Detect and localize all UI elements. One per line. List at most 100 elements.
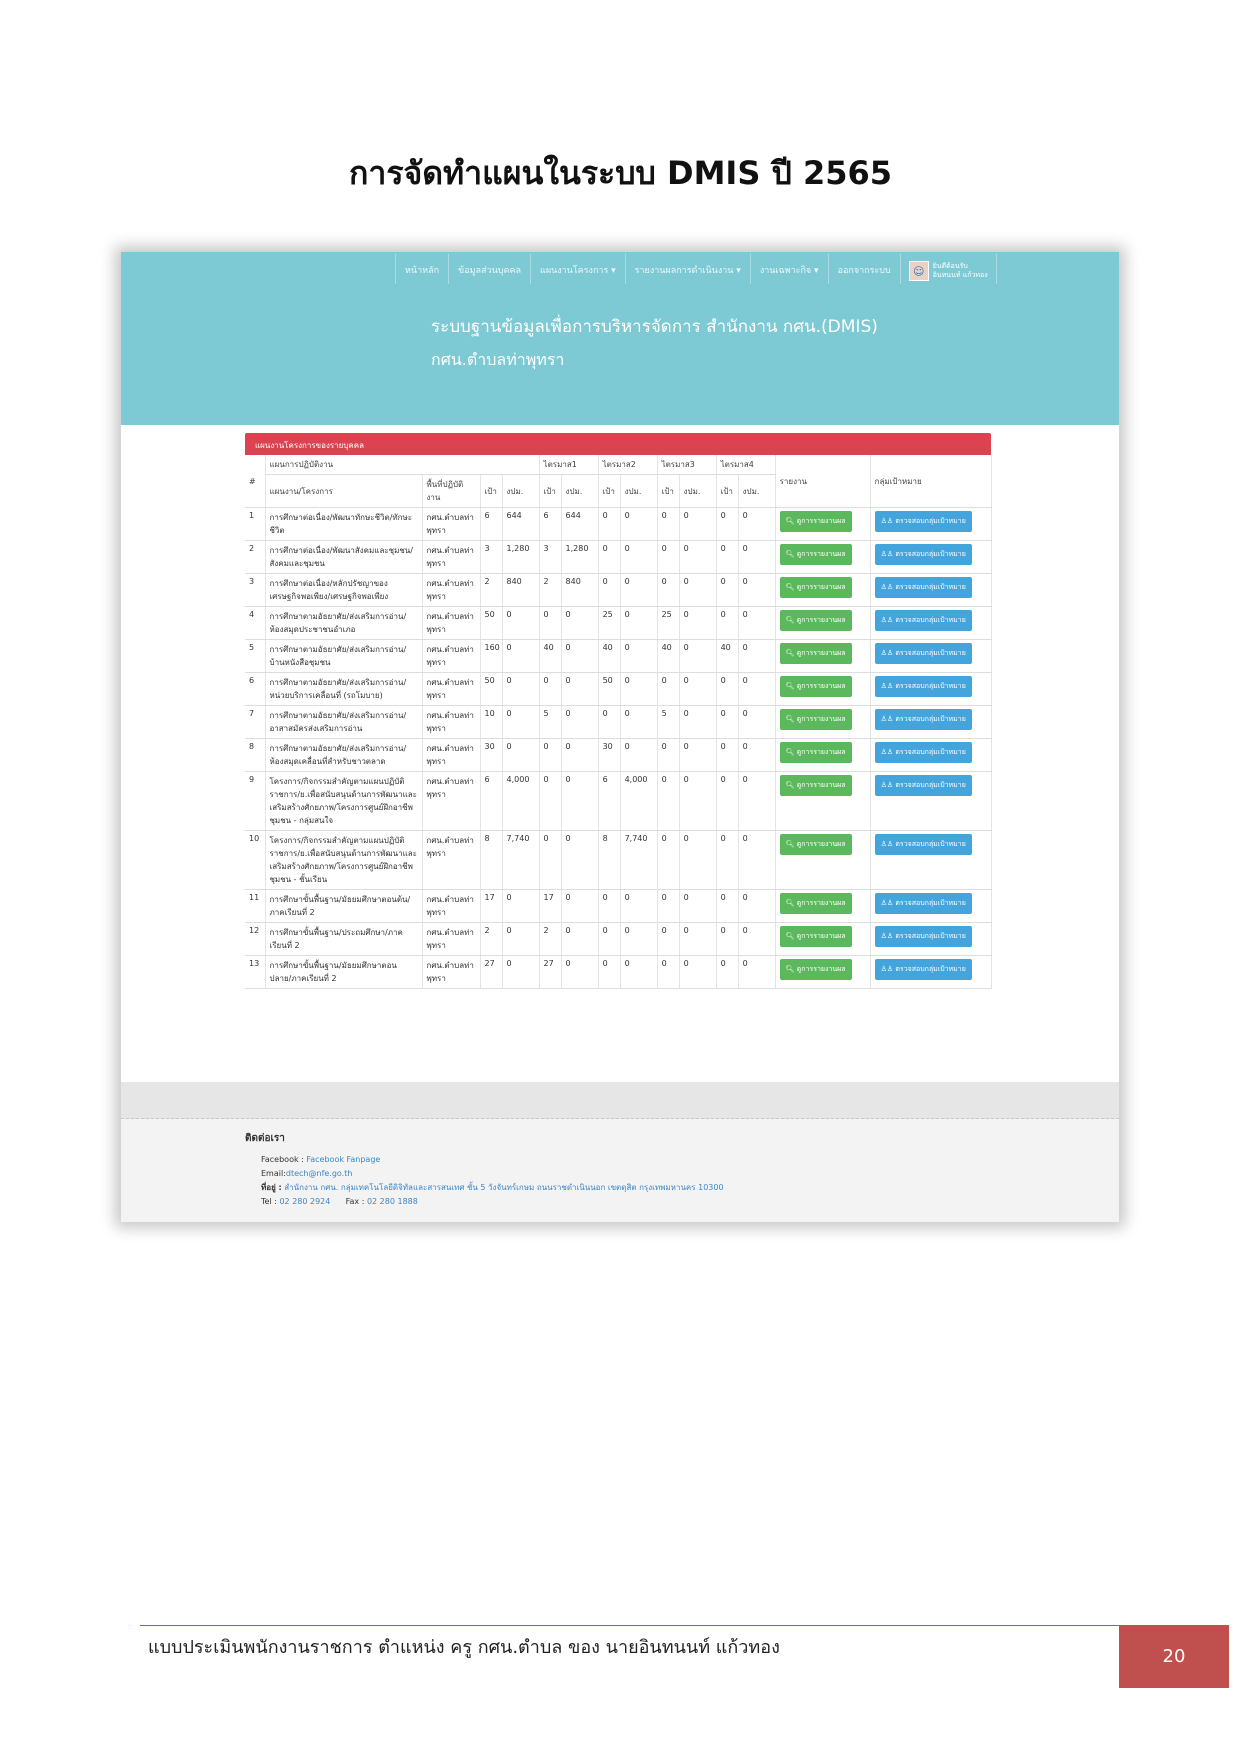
nav-personal-info[interactable]: ข้อมูลส่วนบุคคล xyxy=(448,254,530,284)
report-button-label: ดูการรายงานผล xyxy=(796,748,846,756)
target-group-button[interactable]: ♙♙ ตรวจสอบกลุ่มเป้าหมาย xyxy=(874,709,972,730)
cell-q1b: 0 xyxy=(561,639,599,673)
cell-q3b: 0 xyxy=(679,830,717,890)
target-group-button[interactable]: ♙♙ ตรวจสอบกลุ่มเป้าหมาย xyxy=(874,511,972,532)
nav-home[interactable]: หน้าหลัก xyxy=(395,254,448,284)
cell-q2b: 7,740 xyxy=(620,830,658,890)
report-button-label: ดูการรายงานผล xyxy=(796,649,846,657)
search-icon: 🔍︎ xyxy=(785,583,797,591)
nav-projects[interactable]: แผนงานโครงการ ▾ xyxy=(530,254,625,284)
cell-project: โครงการ/กิจกรรมสำคัญตามแผนปฏิบัติราชการ/… xyxy=(265,830,423,890)
cell-q4t: 0 xyxy=(716,705,739,739)
cell-n: 11 xyxy=(245,889,266,923)
address-text: สำนักงาน กศน. กลุ่มเทคโนโลยีดิจิทัลและสา… xyxy=(284,1183,724,1192)
nav-user-menu[interactable]: ☺ ยินดีต้อนรับ อินทนนท์ แก้วทอง xyxy=(899,254,997,284)
col-area: พื้นที่ปฏิบัติงาน xyxy=(422,474,481,508)
search-icon: 🔍︎ xyxy=(785,517,797,525)
cell-b: 7,740 xyxy=(502,830,540,890)
cell-project: การศึกษาต่อเนื่อง/พัฒนาสังคมและชุมชน/สัง… xyxy=(265,540,423,574)
email-label: Email: xyxy=(261,1169,286,1178)
target-group-button[interactable]: ♙♙ ตรวจสอบกลุ่มเป้าหมาย xyxy=(874,544,972,565)
cell-q4t: 0 xyxy=(716,738,739,772)
cell-q3t: 0 xyxy=(657,889,680,923)
col-q2: ไตรมาส2 xyxy=(598,455,658,475)
cell-q4t: 40 xyxy=(716,639,739,673)
cell-q1b: 0 xyxy=(561,889,599,923)
cell-q2b: 0 xyxy=(620,573,658,607)
nav-reports[interactable]: รายงานผลการดำเนินงาน ▾ xyxy=(624,254,750,284)
report-button[interactable]: 🔍︎ ดูการรายงานผล xyxy=(779,775,852,796)
report-button[interactable]: 🔍︎ ดูการรายงานผล xyxy=(779,709,852,730)
cell-project: การศึกษาตามอัธยาศัย/ส่งเสริมการอ่าน/อาสา… xyxy=(265,705,423,739)
report-button[interactable]: 🔍︎ ดูการรายงานผล xyxy=(779,610,852,631)
cell-project: การศึกษาตามอัธยาศัย/ส่งเสริมการอ่าน/ห้อง… xyxy=(265,606,423,640)
table-row: 1 การศึกษาต่อเนื่อง/พัฒนาทักษะชีวิต/ทักษะ… xyxy=(245,507,992,541)
report-button-label: ดูการรายงานผล xyxy=(796,616,846,624)
cell-q4b: 0 xyxy=(738,771,776,831)
users-icon: ♙♙ xyxy=(880,715,896,723)
cell-area: กศน.ตำบลท่าพุทรา xyxy=(422,830,481,890)
cell-q1b: 840 xyxy=(561,573,599,607)
report-button[interactable]: 🔍︎ ดูการรายงานผล xyxy=(779,959,852,980)
cell-t: 8 xyxy=(480,830,503,890)
report-button[interactable]: 🔍︎ ดูการรายงานผล xyxy=(779,926,852,947)
report-button[interactable]: 🔍︎ ดูการรายงานผล xyxy=(779,834,852,855)
cell-n: 9 xyxy=(245,771,266,831)
target-group-button[interactable]: ♙♙ ตรวจสอบกลุ่มเป้าหมาย xyxy=(874,893,972,914)
tel-number[interactable]: 02 280 2924 xyxy=(279,1197,330,1206)
system-title: ระบบฐานข้อมูลเพื่อการบริหารจัดการ สำนักง… xyxy=(431,317,878,337)
plan-table-body: 1 การศึกษาต่อเนื่อง/พัฒนาทักษะชีวิต/ทักษะ… xyxy=(245,507,992,989)
col-q1-budget: งปม. xyxy=(561,474,599,508)
target-group-button[interactable]: ♙♙ ตรวจสอบกลุ่มเป้าหมาย xyxy=(874,834,972,855)
cell-t: 50 xyxy=(480,606,503,640)
cell-q2t: 0 xyxy=(598,889,621,923)
col-q4-budget: งปม. xyxy=(738,474,776,508)
report-button-label: ดูการรายงานผล xyxy=(796,517,846,525)
cell-n: 10 xyxy=(245,830,266,890)
cell-t: 160 xyxy=(480,639,503,673)
cell-q3b: 0 xyxy=(679,738,717,772)
report-button[interactable]: 🔍︎ ดูการรายงานผล xyxy=(779,893,852,914)
nav-logout[interactable]: ออกจากระบบ xyxy=(827,254,900,284)
cell-q4t: 0 xyxy=(716,606,739,640)
report-button[interactable]: 🔍︎ ดูการรายงานผล xyxy=(779,511,852,532)
target-group-button[interactable]: ♙♙ ตรวจสอบกลุ่มเป้าหมาย xyxy=(874,742,972,763)
target-group-button[interactable]: ♙♙ ตรวจสอบกลุ่มเป้าหมาย xyxy=(874,775,972,796)
cell-q2t: 25 xyxy=(598,606,621,640)
target-group-button[interactable]: ♙♙ ตรวจสอบกลุ่มเป้าหมาย xyxy=(874,643,972,664)
table-row: 2 การศึกษาต่อเนื่อง/พัฒนาสังคมและชุมชน/สั… xyxy=(245,540,992,574)
cell-n: 13 xyxy=(245,955,266,989)
facebook-link[interactable]: Facebook Fanpage xyxy=(306,1155,380,1164)
cell-n: 7 xyxy=(245,705,266,739)
cell-q2t: 50 xyxy=(598,672,621,706)
cell-q1t: 5 xyxy=(539,705,562,739)
col-q3-target: เป้า xyxy=(657,474,680,508)
user-name: อินทนนท์ แก้วทอง xyxy=(932,271,988,279)
cell-q3t: 0 xyxy=(657,672,680,706)
table-row: 13 การศึกษาขั้นพื้นฐาน/มัธยมศึกษาตอนปลาย/… xyxy=(245,955,992,989)
cell-q1b: 0 xyxy=(561,830,599,890)
cell-area: กศน.ตำบลท่าพุทรา xyxy=(422,507,481,541)
target-group-button[interactable]: ♙♙ ตรวจสอบกลุ่มเป้าหมาย xyxy=(874,926,972,947)
cell-area: กศน.ตำบลท่าพุทรา xyxy=(422,672,481,706)
target-group-button-label: ตรวจสอบกลุ่มเป้าหมาย xyxy=(895,517,966,525)
report-button[interactable]: 🔍︎ ดูการรายงานผล xyxy=(779,577,852,598)
report-button[interactable]: 🔍︎ ดูการรายงานผล xyxy=(779,676,852,697)
cell-q1b: 0 xyxy=(561,922,599,956)
table-row: 7 การศึกษาตามอัธยาศัย/ส่งเสริมการอ่าน/อาส… xyxy=(245,705,992,739)
report-button[interactable]: 🔍︎ ดูการรายงานผล xyxy=(779,643,852,664)
target-group-button[interactable]: ♙♙ ตรวจสอบกลุ่มเป้าหมาย xyxy=(874,959,972,980)
target-group-button[interactable]: ♙♙ ตรวจสอบกลุ่มเป้าหมาย xyxy=(874,577,972,598)
cell-q2b: 0 xyxy=(620,672,658,706)
target-group-button[interactable]: ♙♙ ตรวจสอบกลุ่มเป้าหมาย xyxy=(874,676,972,697)
report-button[interactable]: 🔍︎ ดูการรายงานผล xyxy=(779,544,852,565)
email-link[interactable]: dtech@nfe.go.th xyxy=(286,1169,353,1178)
cell-q2t: 0 xyxy=(598,922,621,956)
cell-n: 3 xyxy=(245,573,266,607)
target-group-button[interactable]: ♙♙ ตรวจสอบกลุ่มเป้าหมาย xyxy=(874,610,972,631)
nav-special-tasks[interactable]: งานเฉพาะกิจ ▾ xyxy=(749,254,828,284)
report-button[interactable]: 🔍︎ ดูการรายงานผล xyxy=(779,742,852,763)
table-row: 6 การศึกษาตามอัธยาศัย/ส่งเสริมการอ่าน/หน่… xyxy=(245,672,992,706)
cell-t: 30 xyxy=(480,738,503,772)
cell-q1t: 0 xyxy=(539,738,562,772)
